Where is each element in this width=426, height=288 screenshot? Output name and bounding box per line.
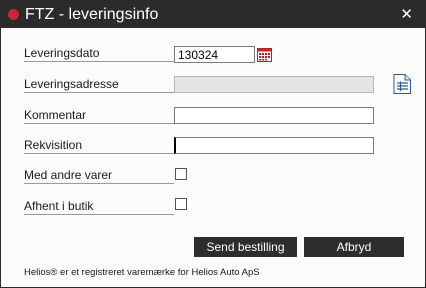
send-order-button[interactable]: Send bestilling	[194, 237, 297, 257]
title-bar[interactable]: FTZ - leveringsinfo ✕	[1, 1, 425, 28]
leveringsdato-label: Leveringsdato	[24, 46, 174, 62]
kommentar-input[interactable]	[174, 107, 374, 124]
app-status-dot	[8, 9, 19, 20]
rekvisition-label: Rekvisition	[24, 138, 174, 154]
calendar-icon[interactable]	[257, 47, 272, 62]
window-title: FTZ - leveringsinfo	[25, 6, 159, 23]
rekvisition-input[interactable]	[174, 137, 374, 154]
leveringsdato-input[interactable]	[174, 46, 255, 63]
med-andre-varer-checkbox[interactable]	[175, 168, 187, 180]
med-andre-varer-label: Med andre varer	[24, 168, 174, 184]
address-list-icon[interactable]	[391, 73, 412, 95]
cancel-button[interactable]: Afbryd	[304, 237, 404, 257]
afhent-i-butik-label: Afhent i butik	[24, 199, 174, 215]
dialog-window: FTZ - leveringsinfo ✕ Leveringsdato Leve…	[0, 0, 426, 288]
close-icon[interactable]: ✕	[400, 5, 413, 24]
leveringsadresse-label: Leveringsadresse	[24, 77, 174, 93]
trademark-notice: Helios® er et registreret varemærke for …	[24, 267, 260, 278]
leveringsadresse-input	[174, 76, 374, 93]
afhent-i-butik-checkbox[interactable]	[175, 198, 187, 210]
kommentar-label: Kommentar	[24, 108, 174, 124]
